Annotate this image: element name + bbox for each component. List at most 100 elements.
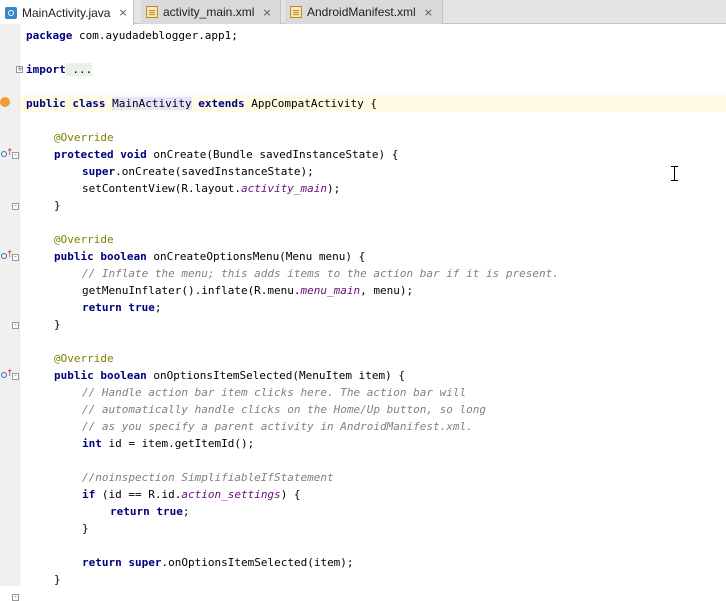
comment: // automatically handle clicks on the Ho… — [82, 403, 486, 416]
keyword: package — [26, 29, 73, 42]
code-line: public boolean onCreateOptionsMenu(Menu … — [20, 248, 726, 265]
code-line: //noinspection SimplifiableIfStatement — [20, 469, 726, 486]
annotation: @Override — [54, 131, 114, 144]
tab-activity-main-xml[interactable]: activity_main.xml × — [141, 0, 281, 24]
xml-file-icon — [290, 6, 302, 18]
keyword: public — [54, 250, 94, 263]
code-line: super.onCreate(savedInstanceState); — [20, 163, 726, 180]
code-line: import ... — [20, 61, 726, 78]
code-line: } — [20, 571, 726, 588]
code-line: } — [20, 197, 726, 214]
code-text: AppCompatActivity { — [244, 97, 378, 110]
code-text: getMenuInflater().inflate(R.menu. — [82, 284, 301, 297]
code-text: } — [82, 522, 89, 535]
code-line: int id = item.getItemId(); — [20, 435, 726, 452]
class-icon — [0, 97, 10, 107]
comment: // Inflate the menu; this adds items to … — [82, 267, 559, 280]
override-icon[interactable]: ↑ — [1, 370, 14, 380]
editor-gutter[interactable]: + ↑ ↑ ↑ - - - - - - — [0, 24, 23, 601]
code-text: ; — [182, 505, 190, 518]
tab-androidmanifest-xml[interactable]: AndroidManifest.xml × — [285, 0, 443, 24]
fold-collapse-icon[interactable]: - — [12, 254, 19, 261]
override-icon[interactable]: ↑ — [1, 251, 14, 261]
text-cursor-icon — [671, 166, 678, 181]
close-icon[interactable]: × — [424, 6, 433, 19]
code-line: @Override — [20, 129, 726, 146]
keyword: return — [82, 556, 122, 569]
tab-label: AndroidManifest.xml — [307, 5, 416, 19]
keyword: extends — [198, 97, 245, 110]
keyword: true — [156, 505, 183, 518]
code-text: } — [54, 318, 61, 331]
code-line-current: public class MainActivity extends AppCom… — [20, 95, 726, 112]
field-ref: menu_main — [300, 284, 361, 297]
keyword: boolean — [100, 369, 147, 382]
code-text: ) { — [280, 488, 301, 501]
code-text: onCreate(Bundle savedInstanceState) { — [146, 148, 399, 161]
keyword: void — [120, 148, 147, 161]
code-text: } — [54, 573, 61, 586]
keyword: import — [26, 63, 66, 76]
fold-collapse-icon[interactable]: - — [12, 152, 19, 159]
comment: // as you specify a parent activity in A… — [82, 420, 473, 433]
folded-imports[interactable]: ... — [65, 63, 93, 76]
field-ref: action_settings — [181, 488, 281, 501]
code-text: (id == R.id. — [95, 488, 182, 501]
code-text: onCreateOptionsMenu(Menu menu) { — [146, 250, 366, 263]
code-text: .onCreate(savedInstanceState); — [115, 165, 314, 178]
tab-mainactivity-java[interactable]: MainActivity.java × — [0, 0, 134, 25]
code-line: } — [20, 316, 726, 333]
keyword: true — [128, 301, 155, 314]
code-line: @Override — [20, 231, 726, 248]
annotation: @Override — [54, 352, 114, 365]
keyword: super — [128, 556, 162, 569]
comment: //noinspection SimplifiableIfStatement — [82, 471, 334, 484]
keyword: class — [72, 97, 106, 110]
keyword: super — [82, 165, 116, 178]
fold-collapse-icon[interactable]: - — [12, 322, 19, 329]
code-text: onOptionsItemSelected(MenuItem item) { — [146, 369, 406, 382]
code-line: // as you specify a parent activity in A… — [20, 418, 726, 435]
keyword: return — [110, 505, 150, 518]
keyword: protected — [54, 148, 114, 161]
code-text: .onOptionsItemSelected(item); — [161, 556, 354, 569]
keyword: if — [82, 488, 96, 501]
fold-collapse-icon[interactable]: - — [12, 373, 19, 380]
keyword: boolean — [100, 250, 147, 263]
keyword: return — [82, 301, 122, 314]
xml-file-icon — [146, 6, 158, 18]
annotation: @Override — [54, 233, 114, 246]
close-icon[interactable]: × — [118, 6, 127, 19]
code-text: ; — [154, 301, 162, 314]
code-text: , menu); — [360, 284, 414, 297]
code-line: @Override — [20, 350, 726, 367]
code-line: // Handle action bar item clicks here. T… — [20, 384, 726, 401]
fold-collapse-icon[interactable]: - — [12, 594, 19, 601]
fold-collapse-icon[interactable]: - — [12, 203, 19, 210]
code-line: return true; — [20, 503, 726, 520]
tab-label: activity_main.xml — [163, 5, 255, 19]
code-line: protected void onCreate(Bundle savedInst… — [20, 146, 726, 163]
field-ref: activity_main — [240, 182, 328, 195]
code-line: } — [20, 520, 726, 537]
code-line: getMenuInflater().inflate(R.menu.menu_ma… — [20, 282, 726, 299]
code-line: // automatically handle clicks on the Ho… — [20, 401, 726, 418]
keyword: public — [54, 369, 94, 382]
override-icon[interactable]: ↑ — [1, 149, 14, 159]
code-text: } — [54, 199, 61, 212]
code-text: com.ayudadeblogger.app1; — [72, 29, 238, 42]
code-line: return true; — [20, 299, 726, 316]
close-icon[interactable]: × — [262, 6, 271, 19]
java-file-icon — [5, 6, 17, 19]
code-line: package com.ayudadeblogger.app1; — [20, 27, 726, 44]
code-line: public boolean onOptionsItemSelected(Men… — [20, 367, 726, 384]
code-line: // Inflate the menu; this adds items to … — [20, 265, 726, 282]
keyword: public — [26, 97, 66, 110]
class-name: MainActivity — [112, 97, 192, 110]
tab-label: MainActivity.java — [22, 5, 111, 20]
code-line: if (id == R.id.action_settings) { — [20, 486, 726, 503]
keyword: int — [82, 437, 102, 450]
code-editor[interactable]: package com.ayudadeblogger.app1; import … — [20, 24, 726, 586]
editor-tab-bar: MainActivity.java × activity_main.xml × … — [0, 0, 726, 25]
comment: // Handle action bar item clicks here. T… — [82, 386, 467, 399]
